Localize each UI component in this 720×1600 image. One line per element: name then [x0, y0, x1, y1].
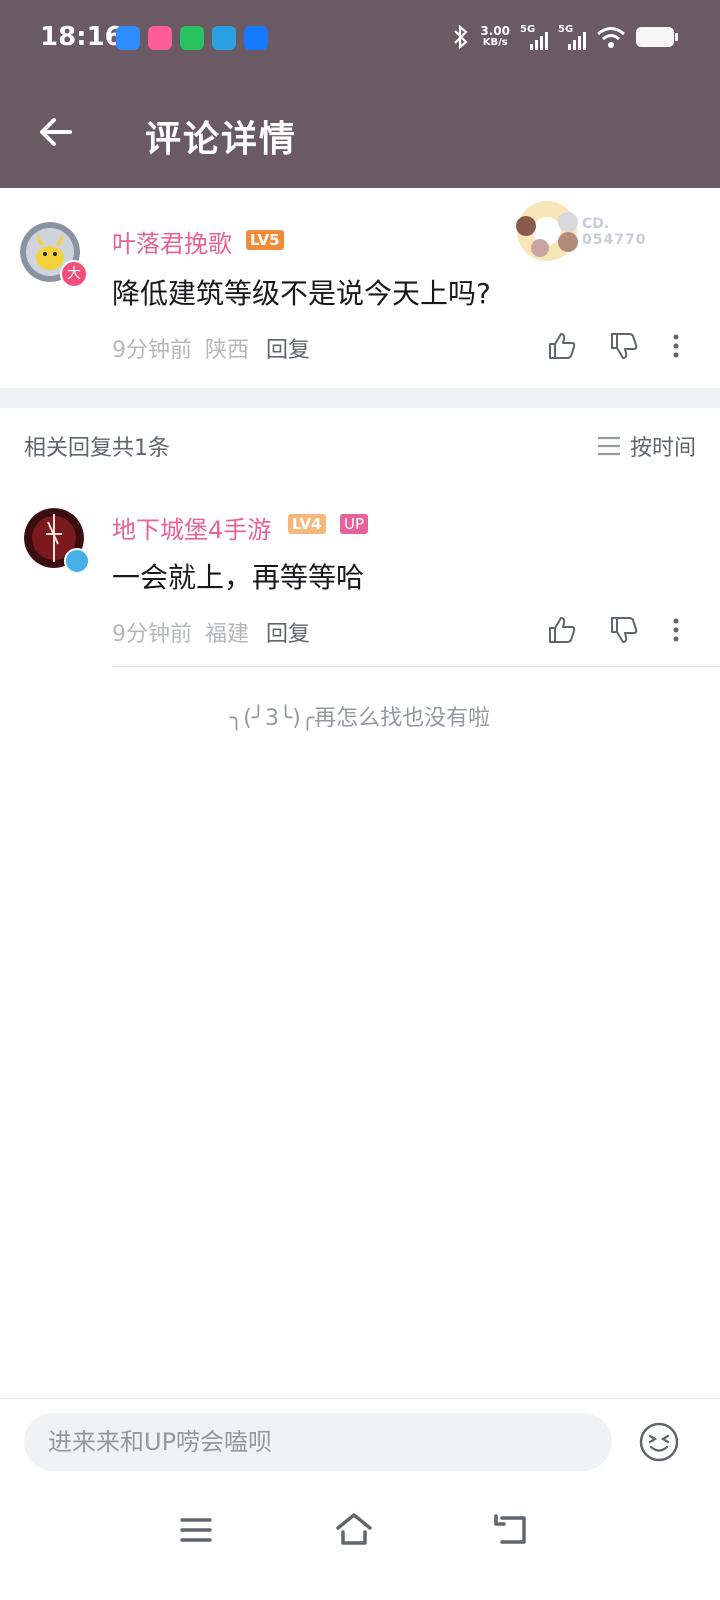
- reply-item: 地下城堡4手游 LV4 UP 一会就上，再等等哈 9分钟前 福建 回复: [0, 490, 720, 666]
- avatar-badge: 大: [60, 260, 88, 288]
- comment-time: 9分钟前: [112, 338, 192, 363]
- system-nav-bar: [0, 1488, 720, 1600]
- sort-toggle[interactable]: 按时间: [596, 430, 696, 462]
- level-badge: LV5: [246, 230, 284, 250]
- home-icon[interactable]: [334, 1510, 374, 1550]
- comment-input-bar: 进来来和UP唠会嗑呗: [0, 1398, 720, 1489]
- back-nav-icon[interactable]: [492, 1510, 532, 1550]
- reply-like-icon[interactable]: [546, 614, 578, 646]
- status-time: 18:16: [40, 22, 123, 52]
- signal-sim1-icon: 5G: [520, 24, 548, 50]
- comment-username[interactable]: 叶落君挽歌: [112, 224, 232, 259]
- reply-location: 福建: [205, 622, 250, 647]
- like-icon[interactable]: [546, 330, 578, 362]
- page-title: 评论详情: [145, 119, 298, 160]
- reply-button[interactable]: 回复: [266, 332, 310, 364]
- reply-level-badge: LV4: [288, 514, 326, 534]
- app-notification-icon: [116, 26, 140, 50]
- fan-decoration-number: 054770: [582, 232, 647, 248]
- reply-time: 9分钟前: [112, 622, 192, 647]
- battery-icon: [636, 27, 678, 47]
- video-app-notification-icon: [180, 26, 204, 50]
- sort-label: 按时间: [629, 436, 696, 461]
- signal-sim2-icon: 5G: [558, 24, 586, 50]
- reply-content: 一会就上，再等等哈: [112, 561, 365, 594]
- reply-more-options-icon[interactable]: [660, 614, 692, 646]
- comment-input[interactable]: 进来来和UP唠会嗑呗: [24, 1413, 612, 1471]
- status-bar: 18:16 3.00 KB/s 5G 5G: [0, 0, 720, 80]
- verified-badge-icon: [64, 548, 90, 574]
- end-of-list-message: ╮(╯3╰)╭再怎么找也没有啦: [229, 706, 491, 731]
- notification-icons: [116, 26, 268, 50]
- more-options-icon[interactable]: [660, 330, 692, 362]
- telegram-notification-icon: [212, 26, 236, 50]
- dislike-icon[interactable]: [608, 330, 640, 362]
- alipay-notification-icon: [244, 26, 268, 50]
- wifi-icon: [597, 27, 625, 48]
- comment-content: 降低建筑等级不是说今天上吗?: [112, 277, 491, 310]
- back-arrow-icon[interactable]: [36, 112, 76, 152]
- comment-location: 陕西: [205, 338, 250, 363]
- reply-dislike-icon[interactable]: [608, 614, 640, 646]
- fan-decoration-label: CD.: [582, 216, 610, 232]
- emoji-icon[interactable]: [638, 1421, 680, 1463]
- bilibili-notification-icon: [148, 26, 172, 50]
- comment-meta: 9分钟前 陕西: [112, 332, 249, 364]
- menu-icon[interactable]: [176, 1510, 216, 1550]
- related-replies-count: 相关回复共1条: [24, 436, 170, 461]
- app-bar: 评论详情: [0, 80, 720, 188]
- reply-divider: [112, 666, 720, 667]
- fan-decoration: CD. 054770: [512, 198, 652, 264]
- reply-meta: 9分钟前 福建: [112, 616, 249, 648]
- sort-list-icon: [597, 436, 620, 456]
- system-indicators: 3.00 KB/s 5G 5G: [452, 24, 678, 50]
- network-speed: 3.00 KB/s: [480, 24, 510, 48]
- reply-username[interactable]: 地下城堡4手游: [112, 510, 271, 545]
- up-badge: UP: [340, 514, 369, 534]
- section-separator: [0, 388, 720, 408]
- bluetooth-icon: [454, 24, 469, 50]
- main-comment: 大 叶落君挽歌 LV5 CD. 054770 降低建筑等级不是说今天上吗? 9分…: [0, 188, 720, 388]
- fan-decoration-image: [516, 201, 578, 261]
- reply-reply-button[interactable]: 回复: [266, 616, 310, 648]
